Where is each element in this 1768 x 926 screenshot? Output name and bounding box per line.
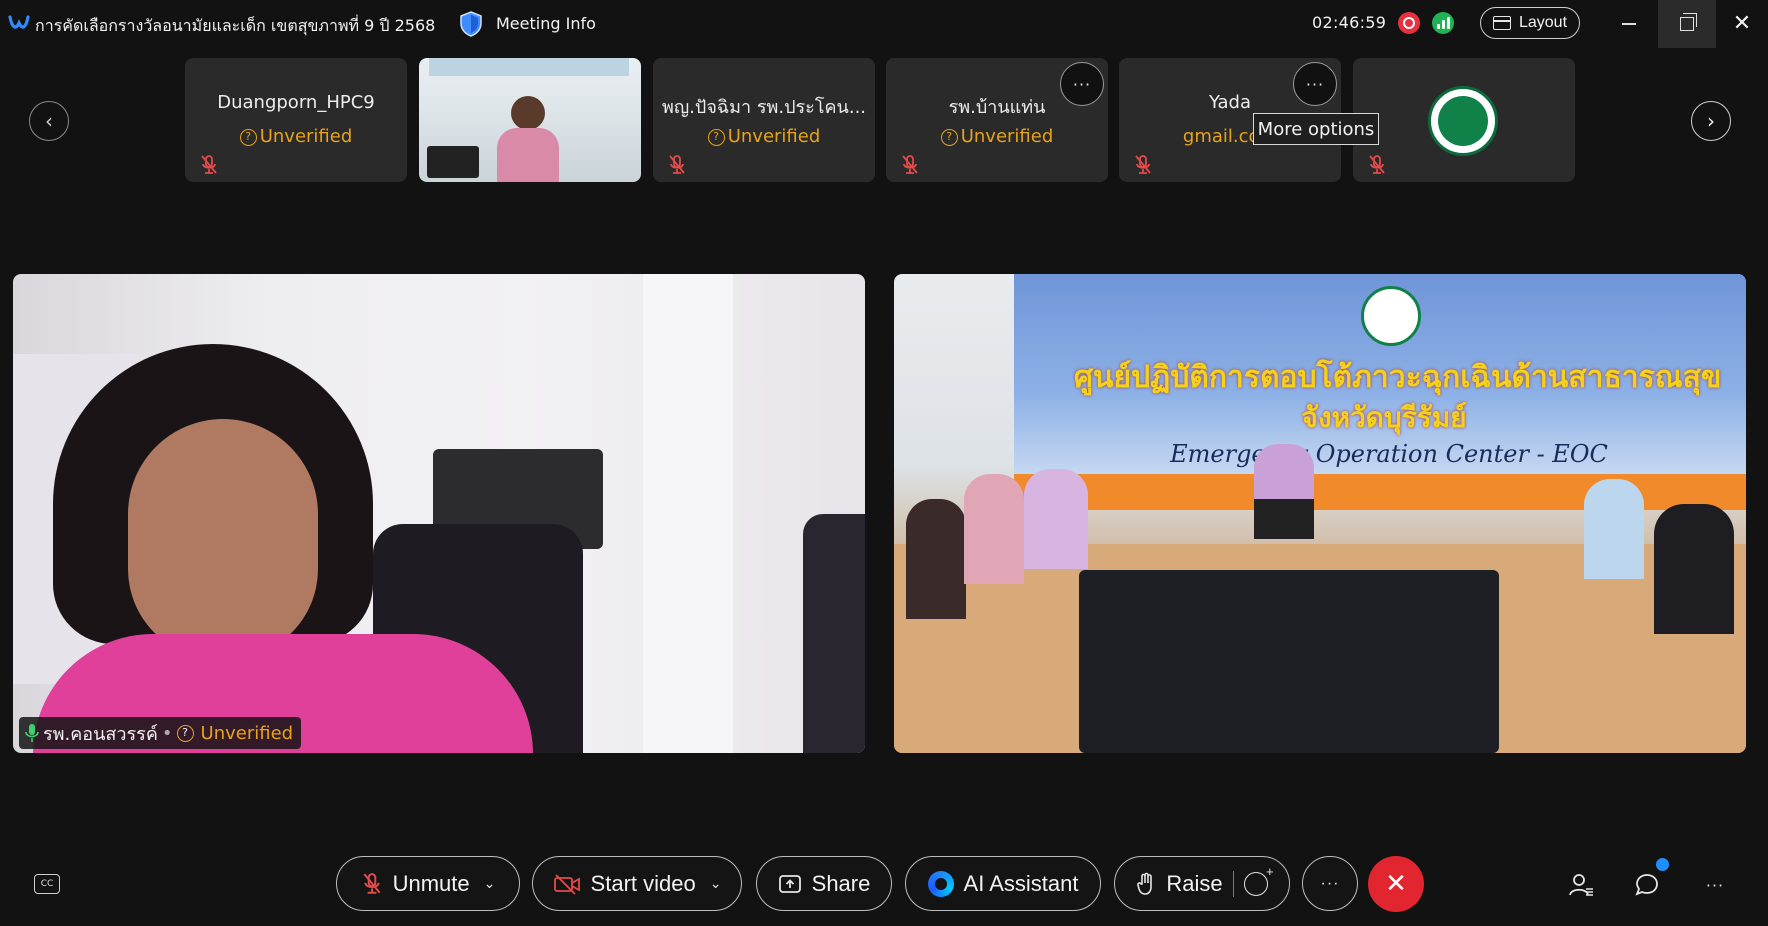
person-left-2: [964, 474, 1024, 584]
microphone-muted-icon: [1369, 155, 1385, 174]
restore-button[interactable]: [1658, 0, 1716, 48]
microphone-muted-icon: [1135, 155, 1151, 174]
tv-monitor-back: [1079, 570, 1499, 753]
participant-name-tag: รพ.คอนสวรรค์ • ? Unverified: [19, 717, 302, 749]
more-options-button[interactable]: ···: [1293, 62, 1337, 106]
microphone-muted-icon: [201, 155, 217, 174]
question-icon: ?: [176, 724, 194, 742]
question-icon: ?: [239, 129, 257, 146]
microphone-muted-icon: [363, 872, 381, 894]
question-icon: ?: [707, 129, 725, 146]
participants-icon: [1569, 874, 1593, 896]
microphone-muted-icon: [902, 155, 918, 174]
chevron-left-icon: ‹: [45, 109, 53, 133]
face: [128, 419, 318, 659]
banner-title: ศูนย์ปฏิบัติการตอบโต้ภาวะฉุกเฉินด้านสาธา…: [1074, 360, 1722, 395]
banner-province: จังหวัดบุรีรัมย์: [1301, 401, 1467, 434]
person-left-3: [1024, 469, 1088, 569]
more-panels-button[interactable]: ···: [1700, 870, 1730, 900]
layout-icon: [1492, 16, 1511, 30]
close-window-button[interactable]: ✕: [1716, 0, 1768, 48]
minimize-button[interactable]: [1600, 0, 1658, 48]
person-body: [497, 128, 559, 182]
participant-name: พญ.ปัจฉิมา รพ.ประโคน...: [661, 97, 867, 118]
end-call-button[interactable]: ✕: [1368, 856, 1424, 912]
participants-button[interactable]: [1566, 870, 1596, 900]
participant-tile[interactable]: พญ.ปัจฉิมา รพ.ประโคน... ? Unverified: [653, 58, 875, 182]
unmute-label: Unmute: [392, 870, 470, 896]
share-label: Share: [811, 870, 871, 896]
restore-icon: [1680, 13, 1697, 31]
participant-tile[interactable]: Duangporn_HPC9 ? Unverified: [185, 58, 407, 182]
layout-button[interactable]: Layout: [1480, 7, 1580, 39]
person-right-1: [1584, 479, 1644, 579]
chevron-right-icon: ›: [1707, 109, 1715, 133]
webex-logo-icon: [8, 15, 30, 29]
ai-assistant-icon: [927, 870, 954, 897]
start-video-button[interactable]: Start video ⌄: [532, 856, 742, 911]
closed-captions-button[interactable]: CC: [34, 874, 60, 894]
share-screen-icon: [778, 874, 801, 893]
main-video-left[interactable]: รพ.คอนสวรรค์ • ? Unverified: [13, 274, 865, 753]
question-icon: ?: [940, 129, 958, 146]
meeting-title: การคัดเลือกรางวัลอนามัยและเด็ก เขตสุขภาพ…: [35, 16, 436, 35]
microphone-icon: [25, 724, 39, 742]
next-page-button[interactable]: ›: [1691, 101, 1731, 141]
record-icon[interactable]: [1398, 12, 1420, 34]
participant-status: Unverified: [200, 722, 294, 744]
previous-page-button[interactable]: ‹: [29, 101, 69, 141]
divider: [1232, 870, 1234, 897]
raise-hand-icon: [1137, 872, 1153, 895]
banner-logo: [1361, 286, 1421, 346]
chevron-down-icon[interactable]: ⌄: [710, 875, 722, 892]
signal-icon[interactable]: [1432, 12, 1454, 34]
raise-label: Raise: [1166, 870, 1223, 896]
microphone-muted-icon: [669, 155, 685, 174]
meeting-timer: 02:46:59: [1312, 13, 1387, 32]
video-banner: [429, 58, 629, 76]
unmute-button[interactable]: Unmute ⌄: [336, 856, 520, 911]
participant-name: Duangporn_HPC9: [217, 92, 375, 113]
laptop: [427, 146, 479, 178]
start-video-label: Start video: [590, 870, 696, 896]
minimize-icon: [1622, 23, 1636, 25]
person-head: [511, 96, 545, 130]
separator: •: [161, 722, 173, 744]
person-right-2: [1654, 504, 1734, 634]
title-bar: การคัดเลือกรางวัลอนามัยและเด็ก เขตสุขภาพ…: [0, 0, 1768, 48]
layout-label: Layout: [1518, 14, 1568, 31]
chat-button[interactable]: [1632, 870, 1662, 900]
add-reaction-icon[interactable]: [1243, 864, 1274, 896]
laptop: [1254, 499, 1314, 539]
ai-assistant-label: AI Assistant: [963, 870, 1079, 896]
shield-icon[interactable]: [458, 10, 484, 38]
chevron-down-icon[interactable]: ⌄: [484, 875, 496, 892]
banner-english: Emergency Operation Center - EOC: [1170, 440, 1608, 468]
participant-name: รพ.คอนสวรรค์: [43, 723, 158, 745]
more-options-button[interactable]: ···: [1060, 62, 1104, 106]
participant-status: ? Unverified: [886, 126, 1108, 147]
chat-icon: [1635, 874, 1658, 896]
person-left-1: [906, 499, 966, 619]
curtain: [643, 274, 733, 753]
participant-status: ? Unverified: [185, 126, 407, 147]
raise-hand-button[interactable]: Raise: [1114, 856, 1290, 911]
ai-assistant-button[interactable]: AI Assistant: [905, 856, 1101, 911]
participant-video-tile[interactable]: [419, 58, 641, 182]
chair-right: [803, 514, 865, 753]
close-icon: ✕: [1732, 11, 1752, 36]
ministry-of-public-health-logo: [1428, 86, 1498, 156]
meeting-info-link[interactable]: Meeting Info: [496, 14, 596, 33]
chat-notification-badge: [1656, 858, 1669, 871]
more-options-tooltip: More options: [1253, 113, 1379, 145]
video-off-icon: [553, 873, 580, 895]
participant-tile[interactable]: รพ.บ้านแท่น ? Unverified ···: [886, 58, 1108, 182]
more-actions-button[interactable]: ···: [1302, 856, 1358, 911]
participant-status: ? Unverified: [653, 126, 875, 147]
main-video-right[interactable]: ศูนย์ปฏิบัติการตอบโต้ภาวะฉุกเฉินด้านสาธา…: [894, 274, 1746, 753]
share-button[interactable]: Share: [756, 856, 892, 911]
